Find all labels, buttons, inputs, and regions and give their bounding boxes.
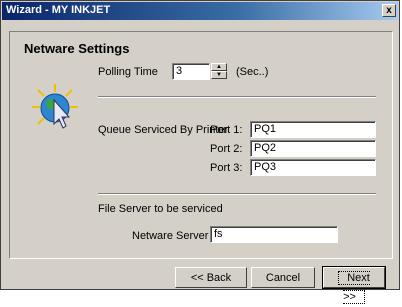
separator-2 xyxy=(98,193,376,195)
settings-panel: Netware Settings Polling Time 3 ▲ ▼ (Sec… xyxy=(9,31,393,259)
polling-time-label: Polling Time xyxy=(98,66,158,78)
window-title: Wizard - MY INKJET xyxy=(6,4,111,16)
separator-1 xyxy=(98,96,376,98)
polling-time-input[interactable]: 3 xyxy=(172,63,210,80)
netware-server-input[interactable]: fs xyxy=(210,226,338,243)
next-button-label: Next >> xyxy=(338,271,370,304)
port-2-label: Port 2: xyxy=(210,143,243,155)
back-button[interactable]: << Back xyxy=(175,267,247,288)
wizard-window: Wizard - MY INKJET x Netware Settings Po… xyxy=(0,0,400,304)
globe-printer-cursor-icon xyxy=(32,84,78,129)
arrow-up-icon[interactable]: ▲ xyxy=(211,63,227,71)
close-button[interactable]: x xyxy=(382,4,396,17)
polling-time-spinner[interactable]: ▲ ▼ xyxy=(211,63,227,80)
polling-unit-label: (Sec..) xyxy=(236,66,269,78)
next-button[interactable]: Next >> xyxy=(322,266,386,304)
cancel-button[interactable]: Cancel xyxy=(251,267,315,288)
port-3-input[interactable]: PQ3 xyxy=(250,159,376,176)
panel-title: Netware Settings xyxy=(24,41,130,56)
port-1-label: Port 1: xyxy=(210,124,243,136)
port-1-input[interactable]: PQ1 xyxy=(250,121,376,138)
port-3-label: Port 3: xyxy=(210,162,243,174)
netware-server-label: Netware Server xyxy=(132,230,209,242)
port-2-input[interactable]: PQ2 xyxy=(250,140,376,157)
queue-label: Queue Serviced By Printer xyxy=(98,124,229,136)
file-server-section-label: File Server to be serviced xyxy=(98,203,223,215)
close-icon: x xyxy=(386,5,392,16)
title-bar[interactable]: Wizard - MY INKJET x xyxy=(2,2,398,20)
arrow-down-icon[interactable]: ▼ xyxy=(211,71,227,79)
